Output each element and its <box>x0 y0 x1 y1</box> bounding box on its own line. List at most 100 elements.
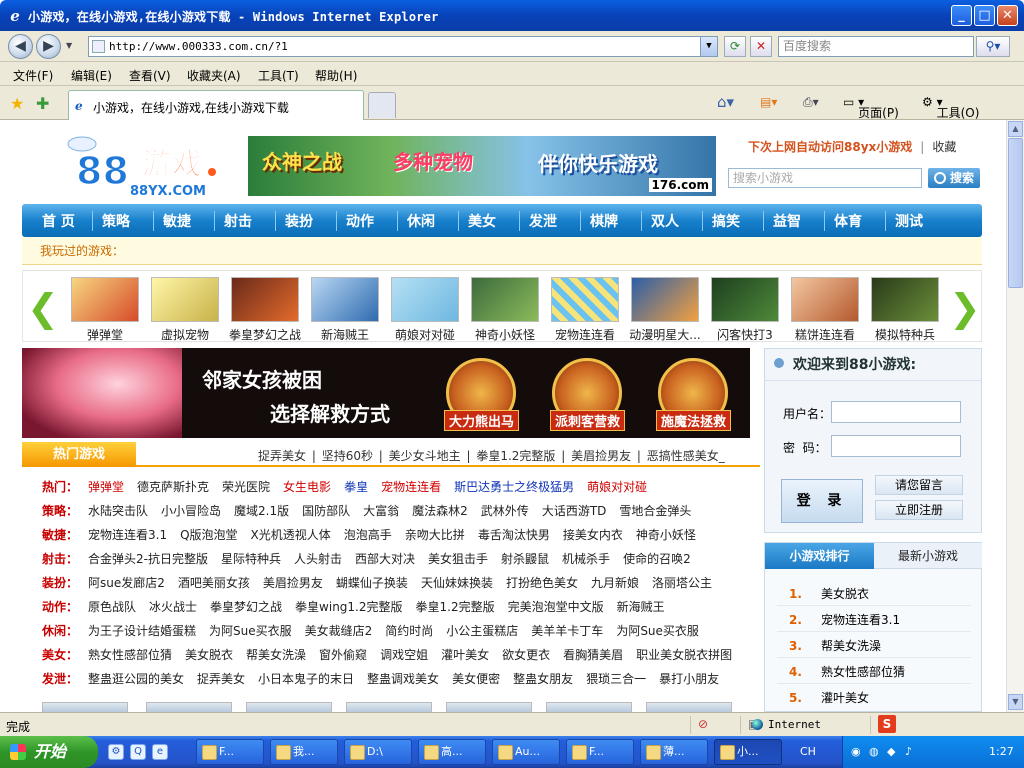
home-icon[interactable]: ⌂▾ <box>717 93 734 111</box>
menu-file[interactable]: 文件(F) <box>13 67 53 84</box>
game-link[interactable]: 猥琐三合一 <box>586 672 646 686</box>
tab-newest[interactable]: 最新小游戏 <box>874 543 982 569</box>
game-link[interactable]: 完美泡泡堂中文版 <box>508 600 604 614</box>
hot-link[interactable]: 拳皇1.2完整版 <box>476 449 555 463</box>
game-link[interactable]: 阿sue发廊店2 <box>88 576 165 590</box>
taskbar-item[interactable]: 我... <box>270 739 338 765</box>
rank-item[interactable]: 3. 帮美女洗澡 <box>789 637 881 654</box>
carousel-item[interactable]: 动漫明星大... <box>629 277 701 342</box>
nav-twoplayer[interactable]: 双人 <box>651 211 679 231</box>
qq-icon[interactable]: Q <box>130 744 146 760</box>
game-link[interactable]: 小日本鬼子的末日 <box>258 672 354 686</box>
nav-test[interactable]: 测试 <box>895 211 923 231</box>
game-link[interactable]: 魔域2.1版 <box>234 504 289 518</box>
hot-link[interactable]: 坚持60秒 <box>322 449 373 463</box>
ad-banner[interactable]: 众神之战 多种宠物 伴你快乐游戏 176.com <box>248 136 716 196</box>
sogou-icon[interactable]: S <box>878 715 896 733</box>
rank-item[interactable]: 2. 宠物连连看3.1 <box>789 611 900 628</box>
nav-dressup[interactable]: 装扮 <box>285 211 313 231</box>
carousel-next-icon[interactable]: ❯ <box>949 289 981 329</box>
game-link[interactable]: 星际特种兵 <box>221 552 281 566</box>
feeds-icon[interactable]: ▤▾ <box>760 95 777 109</box>
game-link[interactable]: 雪地合金弹头 <box>619 504 691 518</box>
add-favorite-icon[interactable]: ✚ <box>36 94 49 113</box>
bottom-thumb[interactable] <box>346 702 432 712</box>
tray-icon[interactable]: ◉ <box>851 745 861 758</box>
scroll-down-icon[interactable]: ▼ <box>1008 694 1023 710</box>
category-label[interactable]: 热门： <box>42 478 88 495</box>
game-link[interactable]: 西部大对决 <box>355 552 415 566</box>
taskbar-item[interactable]: 高... <box>418 739 486 765</box>
game-link[interactable]: 窗外偷窥 <box>319 648 367 662</box>
nav-beauty[interactable]: 美女 <box>468 211 496 231</box>
tab-current[interactable]: e 小游戏，在线小游戏,在线小游戏下载 <box>68 90 364 120</box>
game-link[interactable]: 暴打小朋友 <box>659 672 719 686</box>
category-label[interactable]: 美女： <box>42 646 88 663</box>
game-link[interactable]: 斯巴达勇士之终极猛男 <box>454 480 574 494</box>
game-link[interactable]: 萌娘对对碰 <box>587 480 647 494</box>
ie-quicklaunch-icon[interactable]: e <box>152 744 168 760</box>
minimize-button[interactable]: _ <box>951 5 972 26</box>
url-field[interactable]: http://www.000333.com.cn/?1 ▼ <box>88 36 718 57</box>
game-link[interactable]: 美羊羊卡丁车 <box>531 624 603 638</box>
game-link[interactable]: 打扮绝色美女 <box>506 576 578 590</box>
game-link[interactable]: 荣光医院 <box>222 480 270 494</box>
carousel-item[interactable]: 闪客快打3 <box>709 277 781 342</box>
start-button[interactable]: 开始 <box>0 736 98 768</box>
game-link[interactable]: 冰火战士 <box>149 600 197 614</box>
favorites-star-icon[interactable]: ★ <box>10 94 24 113</box>
username-input[interactable] <box>831 401 961 423</box>
promo-banner[interactable]: 邻家女孩被困 选择解救方式 大力熊出马 派刺客营救 施魔法拯救 <box>22 348 750 438</box>
game-link[interactable]: 职业美女脱衣拼图 <box>636 648 732 662</box>
site-logo[interactable]: 88 游戏 88YX.COM <box>60 132 230 202</box>
option-assassin[interactable]: 派刺客营救 <box>550 410 626 431</box>
nav-puzzle[interactable]: 益智 <box>773 211 801 231</box>
game-link[interactable]: 看胸猜美眉 <box>563 648 623 662</box>
close-button[interactable]: ✕ <box>997 5 1018 26</box>
game-link[interactable]: 大富翁 <box>363 504 399 518</box>
category-label[interactable]: 敏捷： <box>42 526 88 543</box>
nav-strategy[interactable]: 策略 <box>102 211 130 231</box>
carousel-item[interactable]: 宠物连连看 <box>549 277 621 342</box>
hot-link[interactable]: 美少女斗地主 <box>389 449 461 463</box>
game-link[interactable]: 泡泡高手 <box>344 528 392 542</box>
game-link[interactable]: 拳皇梦幻之战 <box>210 600 282 614</box>
game-link[interactable]: 为阿Sue买衣服 <box>616 624 699 638</box>
bottom-thumb[interactable] <box>446 702 532 712</box>
hot-games-tab[interactable]: 热门游戏 <box>22 442 136 467</box>
url-dropdown-icon[interactable]: ▼ <box>700 37 717 56</box>
game-link[interactable]: 亲吻大比拼 <box>405 528 465 542</box>
game-link[interactable]: 射杀鼹鼠 <box>501 552 549 566</box>
nav-vent[interactable]: 发泄 <box>529 211 557 231</box>
bottom-thumb[interactable] <box>646 702 732 712</box>
taskbar-item[interactable]: 薄... <box>640 739 708 765</box>
hot-link[interactable]: 捉弄美女 <box>258 449 306 463</box>
site-search-button[interactable]: 搜索 <box>928 168 980 188</box>
game-link[interactable]: 捉弄美女 <box>197 672 245 686</box>
game-link[interactable]: 天仙妹妹换装 <box>421 576 493 590</box>
site-search-input[interactable]: 搜索小游戏 <box>728 168 922 188</box>
scroll-up-icon[interactable]: ▲ <box>1008 121 1023 137</box>
rank-item[interactable]: 5. 灌叶美女 <box>789 689 869 706</box>
game-link[interactable]: 小公主蛋糕店 <box>446 624 518 638</box>
game-link[interactable]: 调戏空姐 <box>380 648 428 662</box>
refresh-icon[interactable]: ⟳ <box>724 36 746 57</box>
carousel-item[interactable]: 新海贼王 <box>309 277 381 342</box>
game-link[interactable]: 简约时尚 <box>385 624 433 638</box>
game-link[interactable]: 美女脱衣 <box>185 648 233 662</box>
game-link[interactable]: 为阿Sue买衣服 <box>209 624 292 638</box>
game-link[interactable]: 美女狙击手 <box>428 552 488 566</box>
game-link[interactable]: 神奇小妖怪 <box>636 528 696 542</box>
game-link[interactable]: 蝴蝶仙子换装 <box>336 576 408 590</box>
game-link[interactable]: 女生电影 <box>283 480 331 494</box>
menu-edit[interactable]: 编辑(E) <box>71 67 112 84</box>
favorite-link[interactable]: 收藏 <box>932 140 956 154</box>
game-link[interactable]: 拳皇 <box>344 480 368 494</box>
nav-sports[interactable]: 体育 <box>834 211 862 231</box>
quicklaunch-icon[interactable]: ⚙ <box>108 744 124 760</box>
nav-action[interactable]: 动作 <box>346 211 374 231</box>
game-link[interactable]: 宠物连连看 <box>381 480 441 494</box>
tray-icon[interactable]: ◆ <box>887 745 895 758</box>
game-link[interactable]: 水陆突击队 <box>88 504 148 518</box>
tray-icon[interactable]: ♪ <box>905 745 912 758</box>
